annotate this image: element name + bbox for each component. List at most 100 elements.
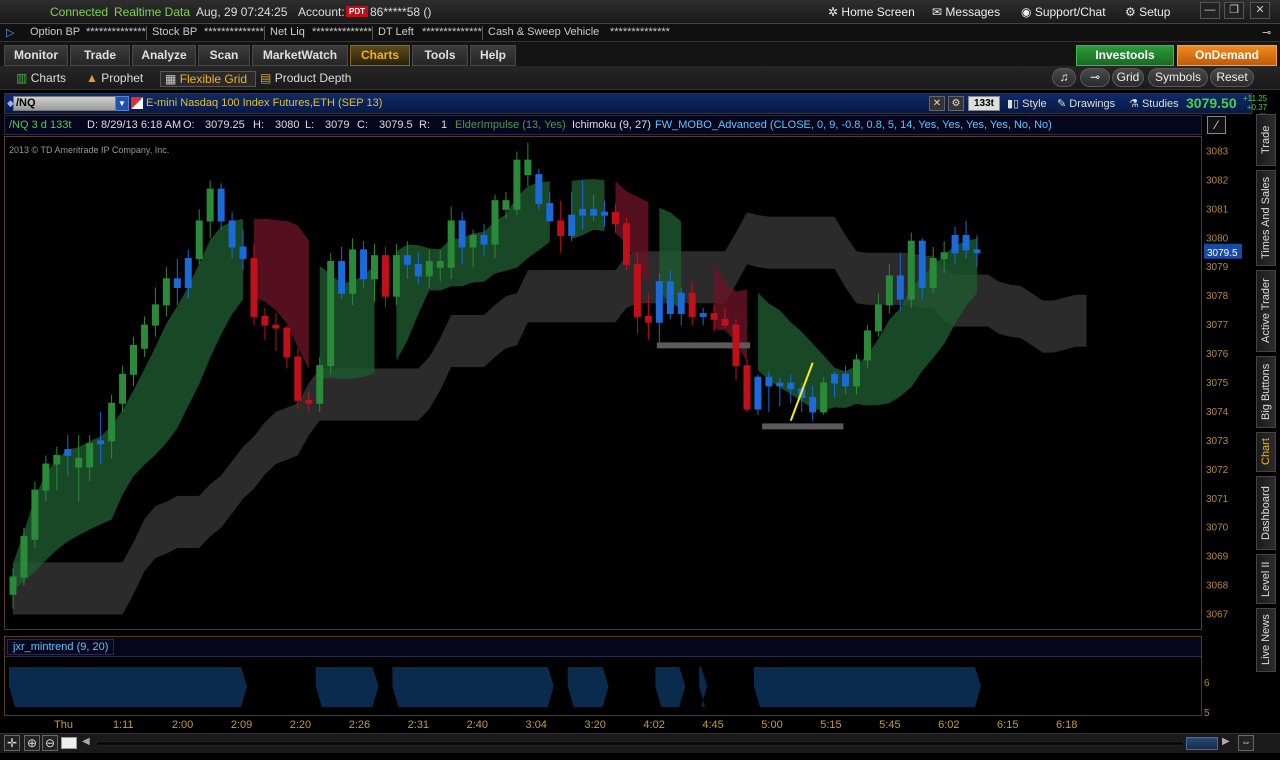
side-tab-level-ii[interactable]: Level II	[1256, 554, 1276, 604]
tab-tools[interactable]: Tools	[412, 45, 468, 66]
dt-left-label: DT Left	[378, 26, 414, 38]
crosshair-icon[interactable]: ✕	[929, 96, 945, 111]
price-tick-label: 3070	[1206, 523, 1229, 534]
tab-trade[interactable]: Trade	[70, 45, 130, 66]
grid-icon: ▦	[165, 72, 177, 86]
home-screen-link[interactable]: ✲ Home Screen	[828, 5, 915, 19]
support-chat-link[interactable]: ◉ Support/Chat	[1021, 5, 1106, 19]
style-icon: ▮▯	[1007, 98, 1020, 110]
tab-marketwatch[interactable]: MarketWatch	[252, 45, 348, 66]
side-tab-chart[interactable]: Chart	[1256, 432, 1276, 472]
symbols-button[interactable]: Symbols	[1148, 68, 1208, 87]
restore-button[interactable]: ❐	[1224, 2, 1244, 19]
candle-body	[469, 234, 477, 248]
side-tab-dashboard[interactable]: Dashboard	[1256, 476, 1276, 550]
bar-date: D: 8/29/13 6:18 AM	[87, 119, 182, 131]
subnav-flexible-grid[interactable]: ▦ Flexible Grid	[160, 71, 257, 87]
setup-link[interactable]: ⚙ Setup	[1125, 5, 1170, 19]
price-tick-label: 3068	[1206, 581, 1229, 592]
candle-body	[820, 382, 828, 413]
symbol-flag-icon[interactable]	[131, 97, 143, 109]
candle-body	[184, 258, 192, 288]
box-zoom-icon[interactable]	[61, 737, 77, 749]
studies-menu[interactable]: ⚗ Studies	[1129, 97, 1179, 110]
elder-impulse-study[interactable]: ElderImpulse (13, Yes)	[455, 119, 566, 131]
headset-icon: ◉	[1021, 5, 1032, 19]
key-icon[interactable]: ⊸	[1262, 26, 1271, 39]
time-tick-label: 1:11	[112, 719, 134, 731]
chart-icon: ▥	[16, 71, 28, 85]
scroll-right-icon[interactable]: ▶	[1222, 736, 1230, 747]
pan-icon[interactable]: ✛	[4, 735, 20, 751]
mintrend-study[interactable]: jxr_mintrend (9, 20)	[7, 639, 115, 655]
link-button[interactable]: ⊸	[1080, 68, 1110, 87]
zoom-in-icon[interactable]: ⊕	[24, 735, 40, 751]
candle-body	[929, 258, 937, 288]
symbol-dropdown-icon[interactable]: ▼	[115, 96, 129, 111]
connection-status: Connected	[50, 5, 109, 19]
expand-arrow-icon[interactable]: ▷	[6, 26, 14, 39]
subnav-prophet[interactable]: ▲ Prophet	[86, 71, 143, 85]
zoom-out-icon[interactable]: ⊖	[42, 735, 58, 751]
side-tab-big-buttons[interactable]: Big Buttons	[1256, 356, 1276, 428]
account-value[interactable]: 86*****58 ()	[370, 5, 431, 19]
candle-body	[250, 258, 258, 317]
price-chart[interactable]	[5, 137, 1201, 629]
expand-horizontal-icon[interactable]: ⇔	[1238, 735, 1254, 751]
price-tick-label: 3069	[1206, 552, 1229, 563]
aggregation-selector[interactable]: 133t	[968, 96, 1000, 111]
candle-body	[206, 188, 214, 222]
investools-button[interactable]: Investools	[1076, 45, 1174, 66]
candle-body	[371, 255, 378, 280]
candle-body	[140, 324, 148, 349]
messages-link[interactable]: ✉ Messages	[932, 5, 1000, 19]
minimize-button[interactable]: —	[1200, 2, 1220, 19]
mobo-study[interactable]: FW_MOBO_Advanced (CLOSE, 0, 9, -0.8, 0.8…	[655, 119, 1052, 131]
side-tab-active-trader[interactable]: Active Trader	[1256, 270, 1276, 352]
drawings-menu[interactable]: ✎ Drawings	[1057, 97, 1115, 110]
tab-scan[interactable]: Scan	[198, 45, 250, 66]
wrench-tool-icon[interactable]: ⚙	[948, 96, 964, 111]
side-tab-trade[interactable]: Trade	[1256, 114, 1276, 166]
candle-body	[688, 292, 696, 317]
range-value: 1	[441, 119, 448, 131]
horizontal-scrollbar[interactable]	[96, 741, 1184, 746]
grid-button[interactable]: Grid	[1112, 68, 1144, 87]
side-tab-live-news[interactable]: Live News	[1256, 608, 1276, 672]
tab-monitor[interactable]: Monitor	[4, 45, 68, 66]
subnav-product-depth[interactable]: ▤ Product Depth	[260, 71, 351, 85]
ondemand-button[interactable]: OnDemand	[1177, 45, 1277, 66]
price-chart-panel[interactable]: 2013 © TD Ameritrade IP Company, Inc.	[4, 136, 1202, 630]
range-label: R:	[419, 119, 430, 131]
price-axis: 3083 3082 3081 3080 3079 3078 3077 3076 3075 3074…	[1204, 146, 1242, 621]
candle-body	[732, 324, 740, 367]
account-metrics-bar: ▷ Option BP ************** Stock BP ****…	[0, 24, 1280, 42]
reset-button[interactable]: Reset	[1210, 68, 1254, 87]
symbol-input[interactable]: /NQ	[13, 96, 121, 111]
study-info-bar: /NQ 3 d 133t D: 8/29/13 6:18 AM O: 3079.…	[4, 115, 1202, 135]
close-button[interactable]: ✕	[1250, 2, 1270, 19]
side-tab-times-and-sales[interactable]: Times And Sales	[1256, 170, 1276, 266]
candle-body	[962, 234, 970, 251]
ichimoku-study[interactable]: Ichimoku (9, 27)	[572, 119, 651, 131]
right-gadget-tabs: Trade Times And Sales Active Trader Big …	[1256, 114, 1278, 714]
candle-body	[53, 454, 61, 465]
price-tick-label: 3082	[1206, 175, 1229, 186]
candle-body	[809, 396, 817, 413]
mintrend-segment	[567, 667, 609, 707]
tab-analyze[interactable]: Analyze	[132, 45, 196, 66]
tab-help[interactable]: Help	[470, 45, 516, 66]
scroll-left-icon[interactable]: ◀	[82, 736, 90, 747]
lower-study-panel[interactable]: jxr_mintrend (9, 20)	[4, 636, 1202, 716]
style-menu[interactable]: ▮▯ Style	[1007, 97, 1047, 110]
candle-body	[951, 234, 959, 254]
open-value: 3079.25	[205, 119, 245, 131]
alert-bell-button[interactable]: ♫	[1052, 68, 1076, 87]
tab-charts[interactable]: Charts	[350, 45, 410, 66]
drawing-tool-icon[interactable]: ⁄	[1207, 116, 1226, 134]
subnav-charts[interactable]: ▥ Charts	[16, 71, 66, 85]
time-tick-label: 2:20	[289, 719, 312, 731]
price-tick-label: 3072	[1206, 465, 1229, 476]
price-tick-label: 3074	[1206, 407, 1229, 418]
scrollbar-thumb[interactable]	[1186, 737, 1218, 750]
